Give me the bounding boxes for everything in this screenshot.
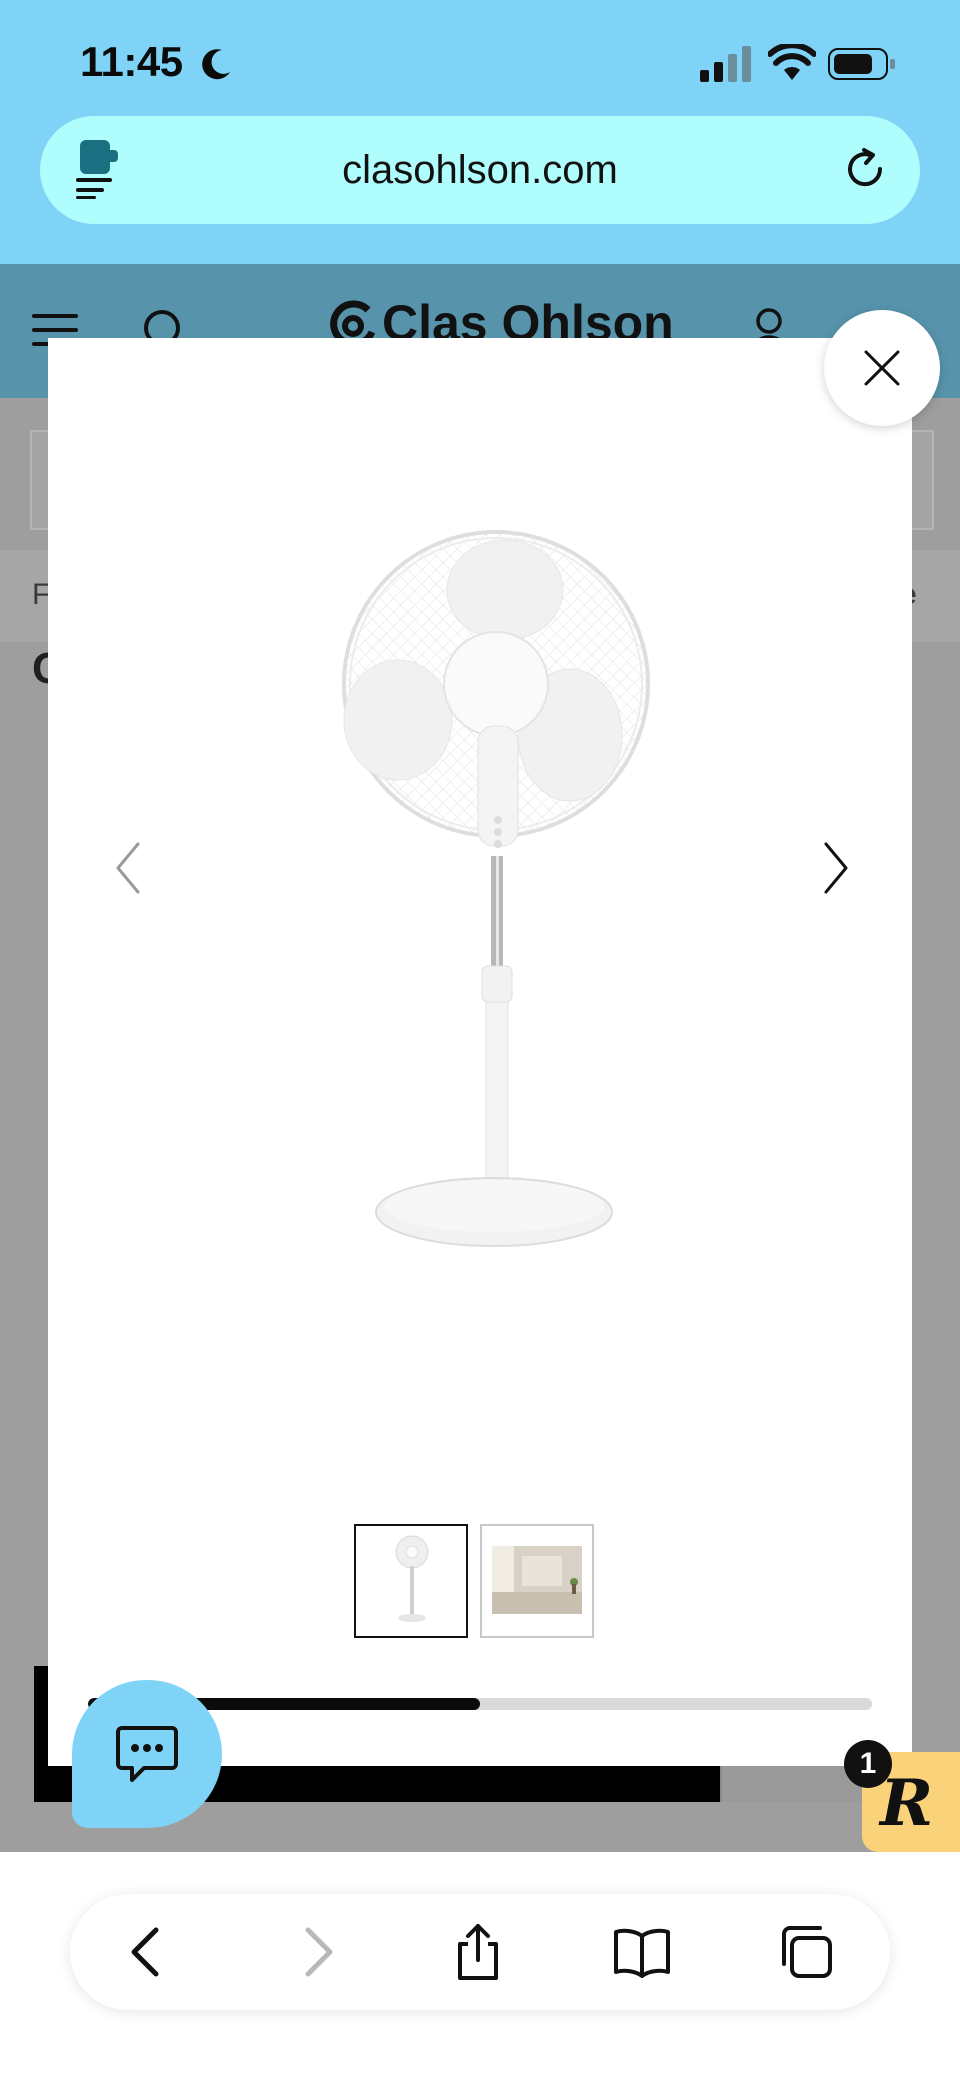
standing-fan-thumbnail-icon	[395, 1535, 429, 1622]
forward-arrow-icon[interactable]	[286, 1922, 346, 1982]
previous-image-button[interactable]	[108, 838, 148, 898]
chat-button[interactable]	[72, 1680, 222, 1828]
status-bar: 11:45	[0, 0, 960, 120]
back-arrow-icon[interactable]	[118, 1922, 178, 1982]
signal-icon	[700, 46, 751, 82]
chat-bubble-icon	[116, 1726, 178, 1782]
status-time: 11:45	[80, 38, 183, 85]
bookmarks-icon[interactable]	[612, 1922, 672, 1982]
next-image-button[interactable]	[816, 838, 856, 898]
url-bar[interactable]: clasohlson.com	[40, 116, 920, 224]
thumbnail-standing-fan[interactable]	[354, 1524, 468, 1638]
wifi-icon	[768, 44, 816, 80]
notification-count-badge: 1	[844, 1740, 892, 1788]
moon-icon	[202, 49, 230, 80]
share-icon[interactable]	[448, 1922, 508, 1982]
reload-icon[interactable]	[840, 144, 890, 194]
room-scene-thumbnail-icon	[492, 1546, 582, 1614]
url-text: clasohlson.com	[342, 148, 618, 192]
close-modal-button[interactable]	[824, 310, 940, 426]
product-image-standing-fan	[342, 530, 650, 1247]
tabs-icon[interactable]	[776, 1922, 836, 1982]
close-icon	[864, 350, 900, 386]
thumbnail-room-scene[interactable]	[480, 1524, 594, 1638]
battery-icon	[828, 48, 895, 80]
